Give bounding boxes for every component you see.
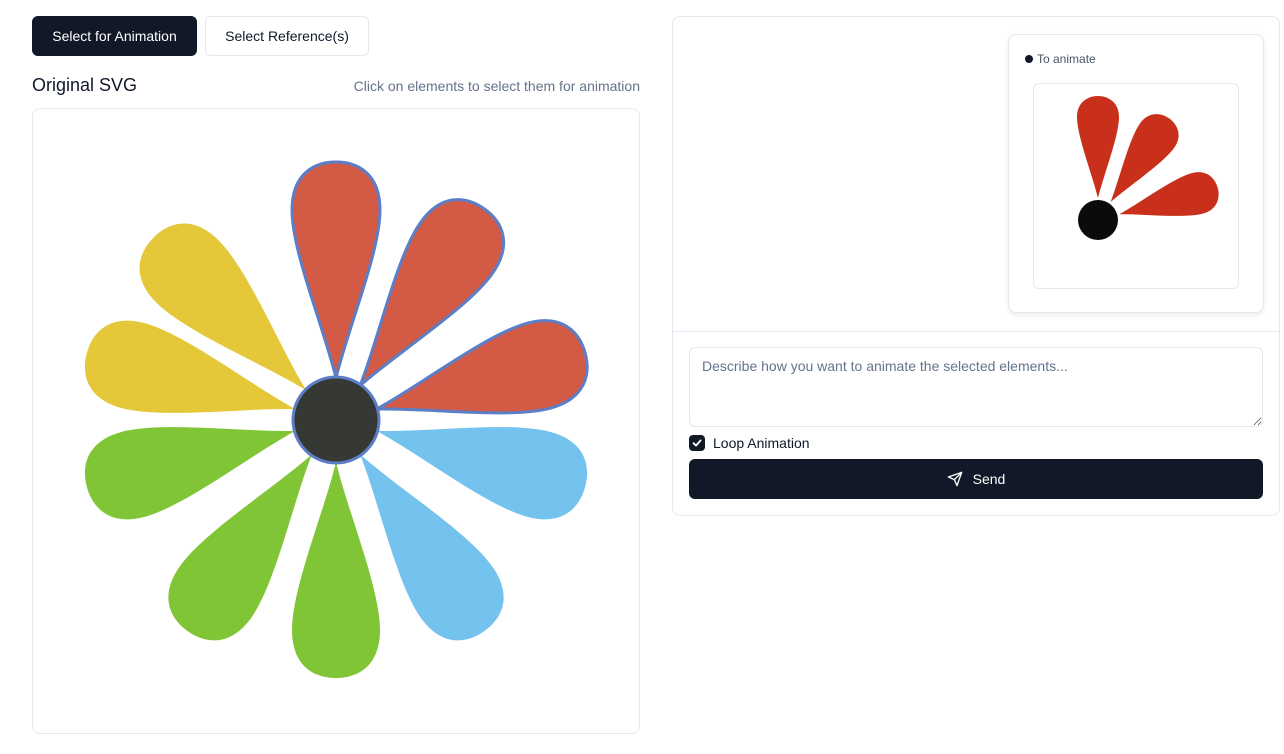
loop-animation-checkbox[interactable] <box>689 435 705 451</box>
bullet-icon <box>1025 55 1033 63</box>
animation-prompt-input[interactable] <box>689 347 1263 427</box>
preview-petal-1 <box>1077 96 1119 198</box>
flower-svg[interactable] <box>33 109 641 735</box>
to-animate-label: To animate <box>1025 52 1096 66</box>
selection-hint: Click on elements to select them for ani… <box>353 78 640 94</box>
to-animate-card: To animate <box>1008 34 1264 313</box>
send-icon <box>947 471 962 487</box>
select-reference-button[interactable]: Select Reference(s) <box>205 16 369 56</box>
panel-divider <box>673 331 1279 332</box>
animation-panel: To animate Loop Animation <box>672 16 1280 516</box>
preview-svg <box>1077 96 1224 240</box>
loop-animation-label: Loop Animation <box>713 435 810 451</box>
select-for-animation-button[interactable]: Select for Animation <box>32 16 197 56</box>
check-icon <box>692 439 702 447</box>
loop-animation-row[interactable]: Loop Animation <box>689 435 810 451</box>
mode-toolbar: Select for Animation Select Reference(s) <box>32 16 369 56</box>
section-title: Original SVG <box>32 75 138 95</box>
send-button[interactable]: Send <box>689 459 1263 499</box>
preview-center <box>1078 200 1118 240</box>
petal-green-3[interactable] <box>292 462 380 678</box>
svg-canvas[interactable] <box>32 108 640 734</box>
send-label: Send <box>972 471 1006 487</box>
petal-red-1[interactable] <box>290 160 382 380</box>
to-animate-text: To animate <box>1037 52 1096 66</box>
selected-elements-preview <box>1033 83 1239 289</box>
flower-center[interactable] <box>291 375 381 465</box>
